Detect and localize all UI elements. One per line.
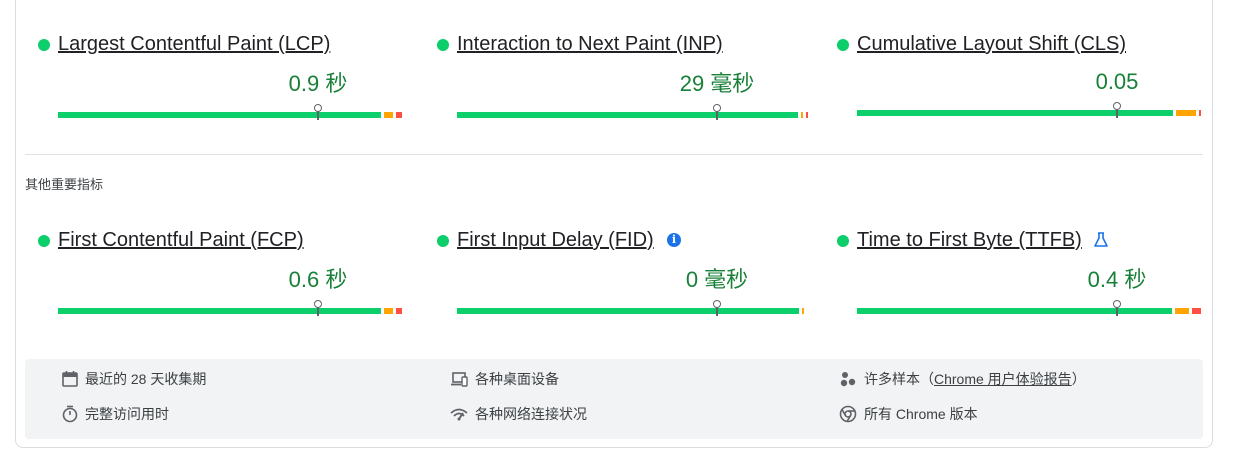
- distribution-bar-cls: [857, 102, 1204, 118]
- bar-segment-needs-improvement: [802, 308, 805, 314]
- chrome-versions: 所有 Chrome 版本: [864, 406, 978, 422]
- distribution-bar-inp: [457, 104, 808, 120]
- percentile-marker: [1113, 300, 1122, 308]
- good-status-dot: [38, 39, 50, 51]
- percentile-marker: [713, 300, 722, 308]
- network-icon: [450, 408, 468, 421]
- calendar-icon: [62, 371, 78, 387]
- metric-lcp: Largest Contentful Paint (LCP) 0.9 秒: [38, 29, 402, 120]
- good-status-dot: [837, 39, 849, 51]
- metric-title-inp[interactable]: Interaction to Next Paint (INP): [457, 29, 723, 59]
- sample-count: 许多样本（Chrome 用户体验报告）: [864, 369, 1086, 389]
- bar-segment-poor: [805, 112, 808, 118]
- sample-count-suffix: ）: [1071, 371, 1086, 387]
- metric-title-fcp[interactable]: First Contentful Paint (FCP): [58, 225, 304, 255]
- distribution-bar-ttfb: [857, 300, 1204, 316]
- bar-segment-poor: [396, 308, 402, 314]
- good-status-dot: [837, 235, 849, 247]
- bar-segment-good: [457, 308, 800, 314]
- metric-title-cls[interactable]: Cumulative Layout Shift (CLS): [857, 29, 1126, 59]
- bar-segment-needs-improvement: [1174, 308, 1189, 314]
- collection-info-panel: 最近的 28 天收集期 完整访问用时 各种桌面设备 各种网络连接状况 许多样本（…: [25, 359, 1203, 439]
- info-icon[interactable]: i: [667, 233, 681, 247]
- network-conditions: 各种网络连接状况: [475, 406, 587, 422]
- metric-value-inp: 29 毫秒: [679, 71, 755, 96]
- good-status-dot: [437, 235, 449, 247]
- metric-value-ttfb: 0.4 秒: [1087, 267, 1147, 292]
- metric-value-fcp: 0.6 秒: [288, 267, 348, 292]
- bar-segment-good: [857, 308, 1172, 314]
- bar-segment-good: [857, 110, 1174, 116]
- samples-icon: [840, 372, 856, 387]
- percentile-marker: [314, 104, 323, 112]
- metric-title-fid[interactable]: First Input Delay (FID): [457, 225, 654, 255]
- crux-report-link[interactable]: Chrome 用户体验报告: [934, 371, 1072, 387]
- devices-icon: [451, 372, 468, 387]
- section-divider: [25, 154, 1203, 155]
- visit-duration: 完整访问用时: [85, 406, 169, 422]
- metric-cls: Cumulative Layout Shift (CLS) 0.05: [837, 29, 1201, 119]
- experimental-flask-icon[interactable]: [1094, 232, 1108, 248]
- device-types: 各种桌面设备: [475, 371, 559, 387]
- metric-fcp: First Contentful Paint (FCP) 0.6 秒: [38, 225, 402, 316]
- sample-count-prefix: 许多样本（: [864, 371, 934, 387]
- metric-value-cls: 0.05: [1095, 69, 1139, 94]
- bar-segment-needs-improvement: [800, 112, 803, 118]
- stopwatch-icon: [62, 405, 78, 423]
- other-metrics-heading: 其他重要指标: [25, 177, 104, 192]
- distribution-bar-lcp: [58, 104, 405, 120]
- good-status-dot: [38, 235, 50, 247]
- collection-period: 最近的 28 天收集期: [85, 371, 207, 387]
- percentile-marker: [314, 300, 323, 308]
- metric-inp: Interaction to Next Paint (INP) 29 毫秒: [437, 29, 808, 120]
- bar-segment-poor: [1191, 308, 1201, 314]
- bar-segment-good: [58, 112, 382, 118]
- bar-segment-needs-improvement: [384, 308, 394, 314]
- good-status-dot: [437, 39, 449, 51]
- distribution-bar-fid: [457, 300, 805, 316]
- bar-segment-poor: [1198, 110, 1201, 116]
- bar-segment-needs-improvement: [384, 112, 394, 118]
- percentile-marker: [1113, 102, 1122, 110]
- chrome-icon: [839, 405, 857, 423]
- distribution-bar-fcp: [58, 300, 405, 316]
- bar-segment-poor: [396, 112, 402, 118]
- metric-title-lcp[interactable]: Largest Contentful Paint (LCP): [58, 29, 330, 59]
- metric-fid: First Input Delay (FID) i 0 毫秒: [437, 225, 805, 316]
- metric-ttfb: Time to First Byte (TTFB) 0.4 秒: [837, 225, 1201, 316]
- bar-segment-good: [58, 308, 382, 314]
- metric-title-ttfb[interactable]: Time to First Byte (TTFB): [857, 225, 1082, 255]
- bar-segment-good: [457, 112, 798, 118]
- bar-segment-needs-improvement: [1176, 110, 1196, 116]
- percentile-marker: [713, 104, 722, 112]
- metric-value-fid: 0 毫秒: [685, 267, 749, 292]
- metric-value-lcp: 0.9 秒: [288, 71, 348, 96]
